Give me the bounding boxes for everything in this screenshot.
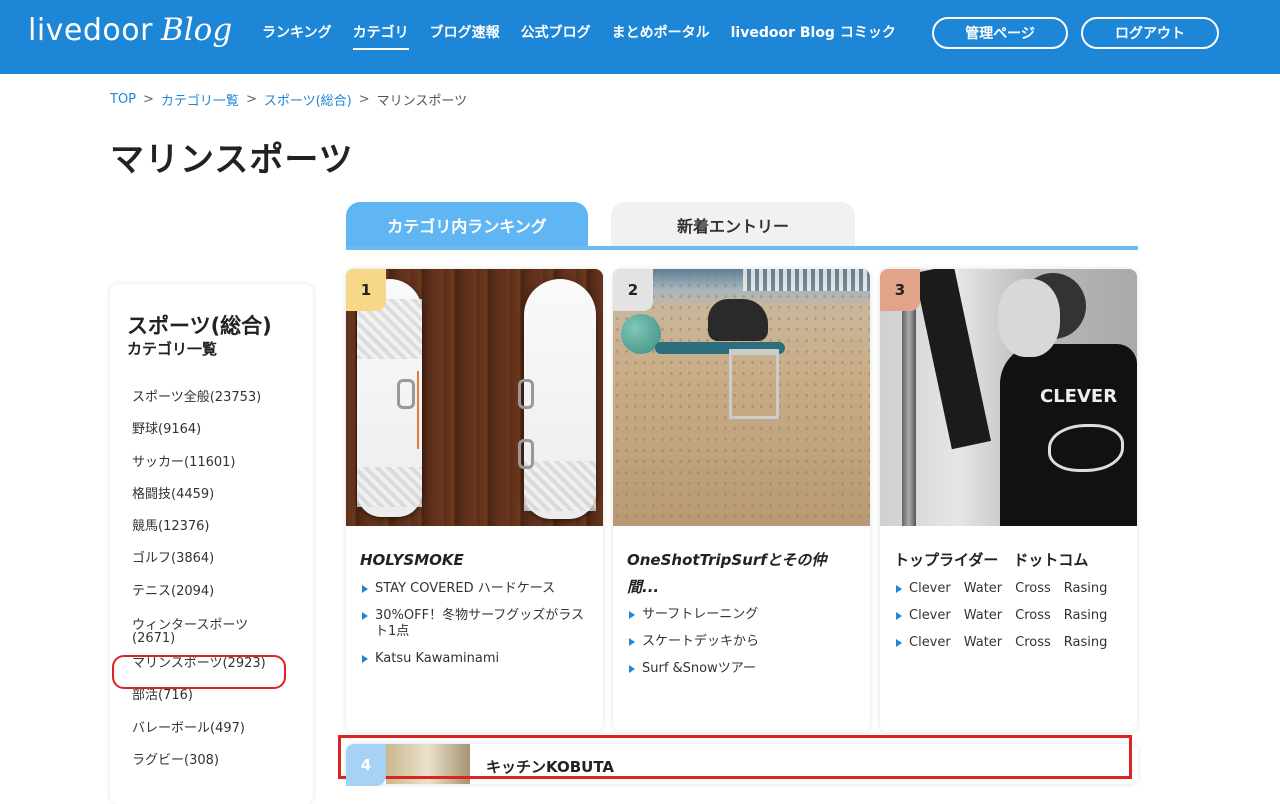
arm-image bbox=[914, 269, 991, 450]
breadcrumb-top[interactable]: TOP bbox=[110, 92, 136, 107]
sidebar-category-list: スポーツ全般(23753) 野球(9164) サッカー(11601) 格闘技(4… bbox=[132, 390, 307, 785]
row-thumbnail[interactable] bbox=[386, 744, 470, 784]
sidebar-item-sports-general[interactable]: スポーツ全般(23753) bbox=[132, 390, 307, 422]
card-entry-list: サーフトレーニング スケートデッキから Surf &Snowツアー bbox=[627, 607, 859, 688]
card-entry-link[interactable]: Clever Water Cross Rasing bbox=[894, 581, 1126, 597]
sidebar-subtitle: カテゴリ一覧 bbox=[127, 340, 218, 358]
card-blog-title[interactable]: HOLYSMOKE bbox=[360, 547, 590, 574]
ranking-card-2[interactable]: 2 OneShotTripSurfとその仲間... サーフトレーニング スケート… bbox=[613, 269, 870, 732]
nav-blog-news[interactable]: ブログ速報 bbox=[430, 22, 500, 50]
row-blog-title[interactable]: キッチンKOBUTA bbox=[486, 756, 614, 777]
card-entry-link[interactable]: Katsu Kawaminami bbox=[360, 651, 592, 667]
shirt-logo-image bbox=[1048, 424, 1124, 472]
admin-page-button[interactable]: 管理ページ bbox=[932, 17, 1068, 49]
nav-official-blog[interactable]: 公式ブログ bbox=[521, 22, 591, 50]
sidebar-item-baseball[interactable]: 野球(9164) bbox=[132, 422, 307, 454]
category-sidebar: スポーツ(総合) カテゴリ一覧 スポーツ全般(23753) 野球(9164) サ… bbox=[110, 284, 313, 804]
nav-category[interactable]: カテゴリ bbox=[352, 22, 409, 50]
sidebar-title: スポーツ(総合) bbox=[127, 314, 272, 338]
fence-image bbox=[743, 269, 870, 291]
logo-brand: livedoor bbox=[28, 13, 153, 48]
sidebar-item-rugby[interactable]: ラグビー(308) bbox=[132, 753, 307, 785]
card-thumbnail-rider[interactable]: CLEVER 3 bbox=[880, 269, 1137, 526]
breadcrumb-current: マリンスポーツ bbox=[376, 94, 468, 109]
breadcrumb-categories[interactable]: カテゴリ一覧 bbox=[161, 90, 239, 109]
rank-badge: 4 bbox=[346, 744, 386, 786]
card-entry-link[interactable]: Clever Water Cross Rasing bbox=[894, 635, 1126, 651]
nav-matome-portal[interactable]: まとめポータル bbox=[612, 22, 710, 50]
sidebar-item-martial-arts[interactable]: 格闘技(4459) bbox=[132, 487, 307, 519]
surfboard-bag-image bbox=[518, 279, 596, 519]
sidebar-item-volleyball[interactable]: バレーボール(497) bbox=[132, 721, 307, 753]
ranking-card-1[interactable]: 1 HOLYSMOKE STAY COVERED ハードケース 30%OFF！冬… bbox=[346, 269, 603, 732]
breadcrumb-separator: > bbox=[358, 92, 370, 107]
card-entry-list: STAY COVERED ハードケース 30%OFF！冬物サーフグッズがラスト1… bbox=[360, 581, 592, 678]
card-entry-list: Clever Water Cross Rasing Clever Water C… bbox=[894, 581, 1126, 662]
global-nav: ランキング カテゴリ ブログ速報 公式ブログ まとめポータル livedoor … bbox=[262, 22, 917, 50]
sidebar-item-winter-sports[interactable]: ウィンタースポーツ(2671) bbox=[132, 616, 262, 656]
card-entry-link[interactable]: Surf &Snowツアー bbox=[627, 661, 859, 677]
logo-blog: Blog bbox=[160, 12, 233, 48]
ranking-card-3[interactable]: CLEVER 3 トップライダー ドットコム Clever Water Cros… bbox=[880, 269, 1137, 732]
sidebar-item-club-activities[interactable]: 部活(716) bbox=[132, 688, 307, 720]
card-blog-title[interactable]: OneShotTripSurfとその仲間... bbox=[627, 547, 857, 601]
surfboard-bag-image bbox=[357, 279, 422, 517]
rank-badge: 2 bbox=[613, 269, 653, 311]
shirt-print-text: CLEVER bbox=[1040, 386, 1118, 407]
person-image bbox=[708, 299, 768, 341]
rank-badge: 1 bbox=[346, 269, 386, 311]
card-thumbnail-surfboards[interactable]: 1 bbox=[346, 269, 603, 526]
content-tabs: カテゴリ内ランキング 新着エントリー bbox=[346, 202, 1138, 250]
nav-blog-comic[interactable]: livedoor Blog コミック bbox=[731, 22, 896, 50]
card-entry-link[interactable]: スケートデッキから bbox=[627, 634, 859, 650]
breadcrumb-sports[interactable]: スポーツ(総合) bbox=[264, 90, 352, 109]
bench-image bbox=[729, 349, 779, 419]
breadcrumb-separator: > bbox=[143, 92, 154, 107]
card-entry-link[interactable]: 30%OFF！冬物サーフグッズがラスト1点 bbox=[360, 608, 592, 640]
rank-badge: 3 bbox=[880, 269, 920, 311]
sidebar-item-marine-sports[interactable]: マリンスポーツ(2923) bbox=[132, 656, 307, 688]
breadcrumb: TOP > カテゴリ一覧 > スポーツ(総合) > マリンスポーツ bbox=[110, 90, 467, 109]
head-image bbox=[998, 279, 1060, 357]
logout-button[interactable]: ログアウト bbox=[1081, 17, 1219, 49]
card-thumbnail-beach-training[interactable]: 2 bbox=[613, 269, 870, 526]
tab-underline bbox=[346, 246, 1138, 250]
breadcrumb-separator: > bbox=[245, 92, 257, 107]
nav-ranking[interactable]: ランキング bbox=[262, 22, 332, 50]
sidebar-item-golf[interactable]: ゴルフ(3864) bbox=[132, 551, 307, 583]
ranking-row-4[interactable]: 4 キッチンKOBUTA bbox=[346, 744, 1138, 786]
card-entry-link[interactable]: STAY COVERED ハードケース bbox=[360, 581, 592, 597]
sidebar-item-soccer[interactable]: サッカー(11601) bbox=[132, 455, 307, 487]
tab-new-entries[interactable]: 新着エントリー bbox=[611, 202, 855, 248]
card-blog-title[interactable]: トップライダー ドットコム bbox=[894, 547, 1124, 574]
page-title: マリンスポーツ bbox=[110, 140, 354, 180]
card-entry-link[interactable]: Clever Water Cross Rasing bbox=[894, 608, 1126, 624]
tab-category-ranking[interactable]: カテゴリ内ランキング bbox=[346, 202, 588, 248]
site-logo[interactable]: livedoor Blog bbox=[28, 12, 232, 48]
sidebar-item-tennis[interactable]: テニス(2094) bbox=[132, 584, 307, 616]
card-entry-link[interactable]: サーフトレーニング bbox=[627, 607, 859, 623]
site-header: livedoor Blog ランキング カテゴリ ブログ速報 公式ブログ まとめポ… bbox=[0, 0, 1280, 74]
sidebar-item-horse-racing[interactable]: 競馬(12376) bbox=[132, 519, 307, 551]
